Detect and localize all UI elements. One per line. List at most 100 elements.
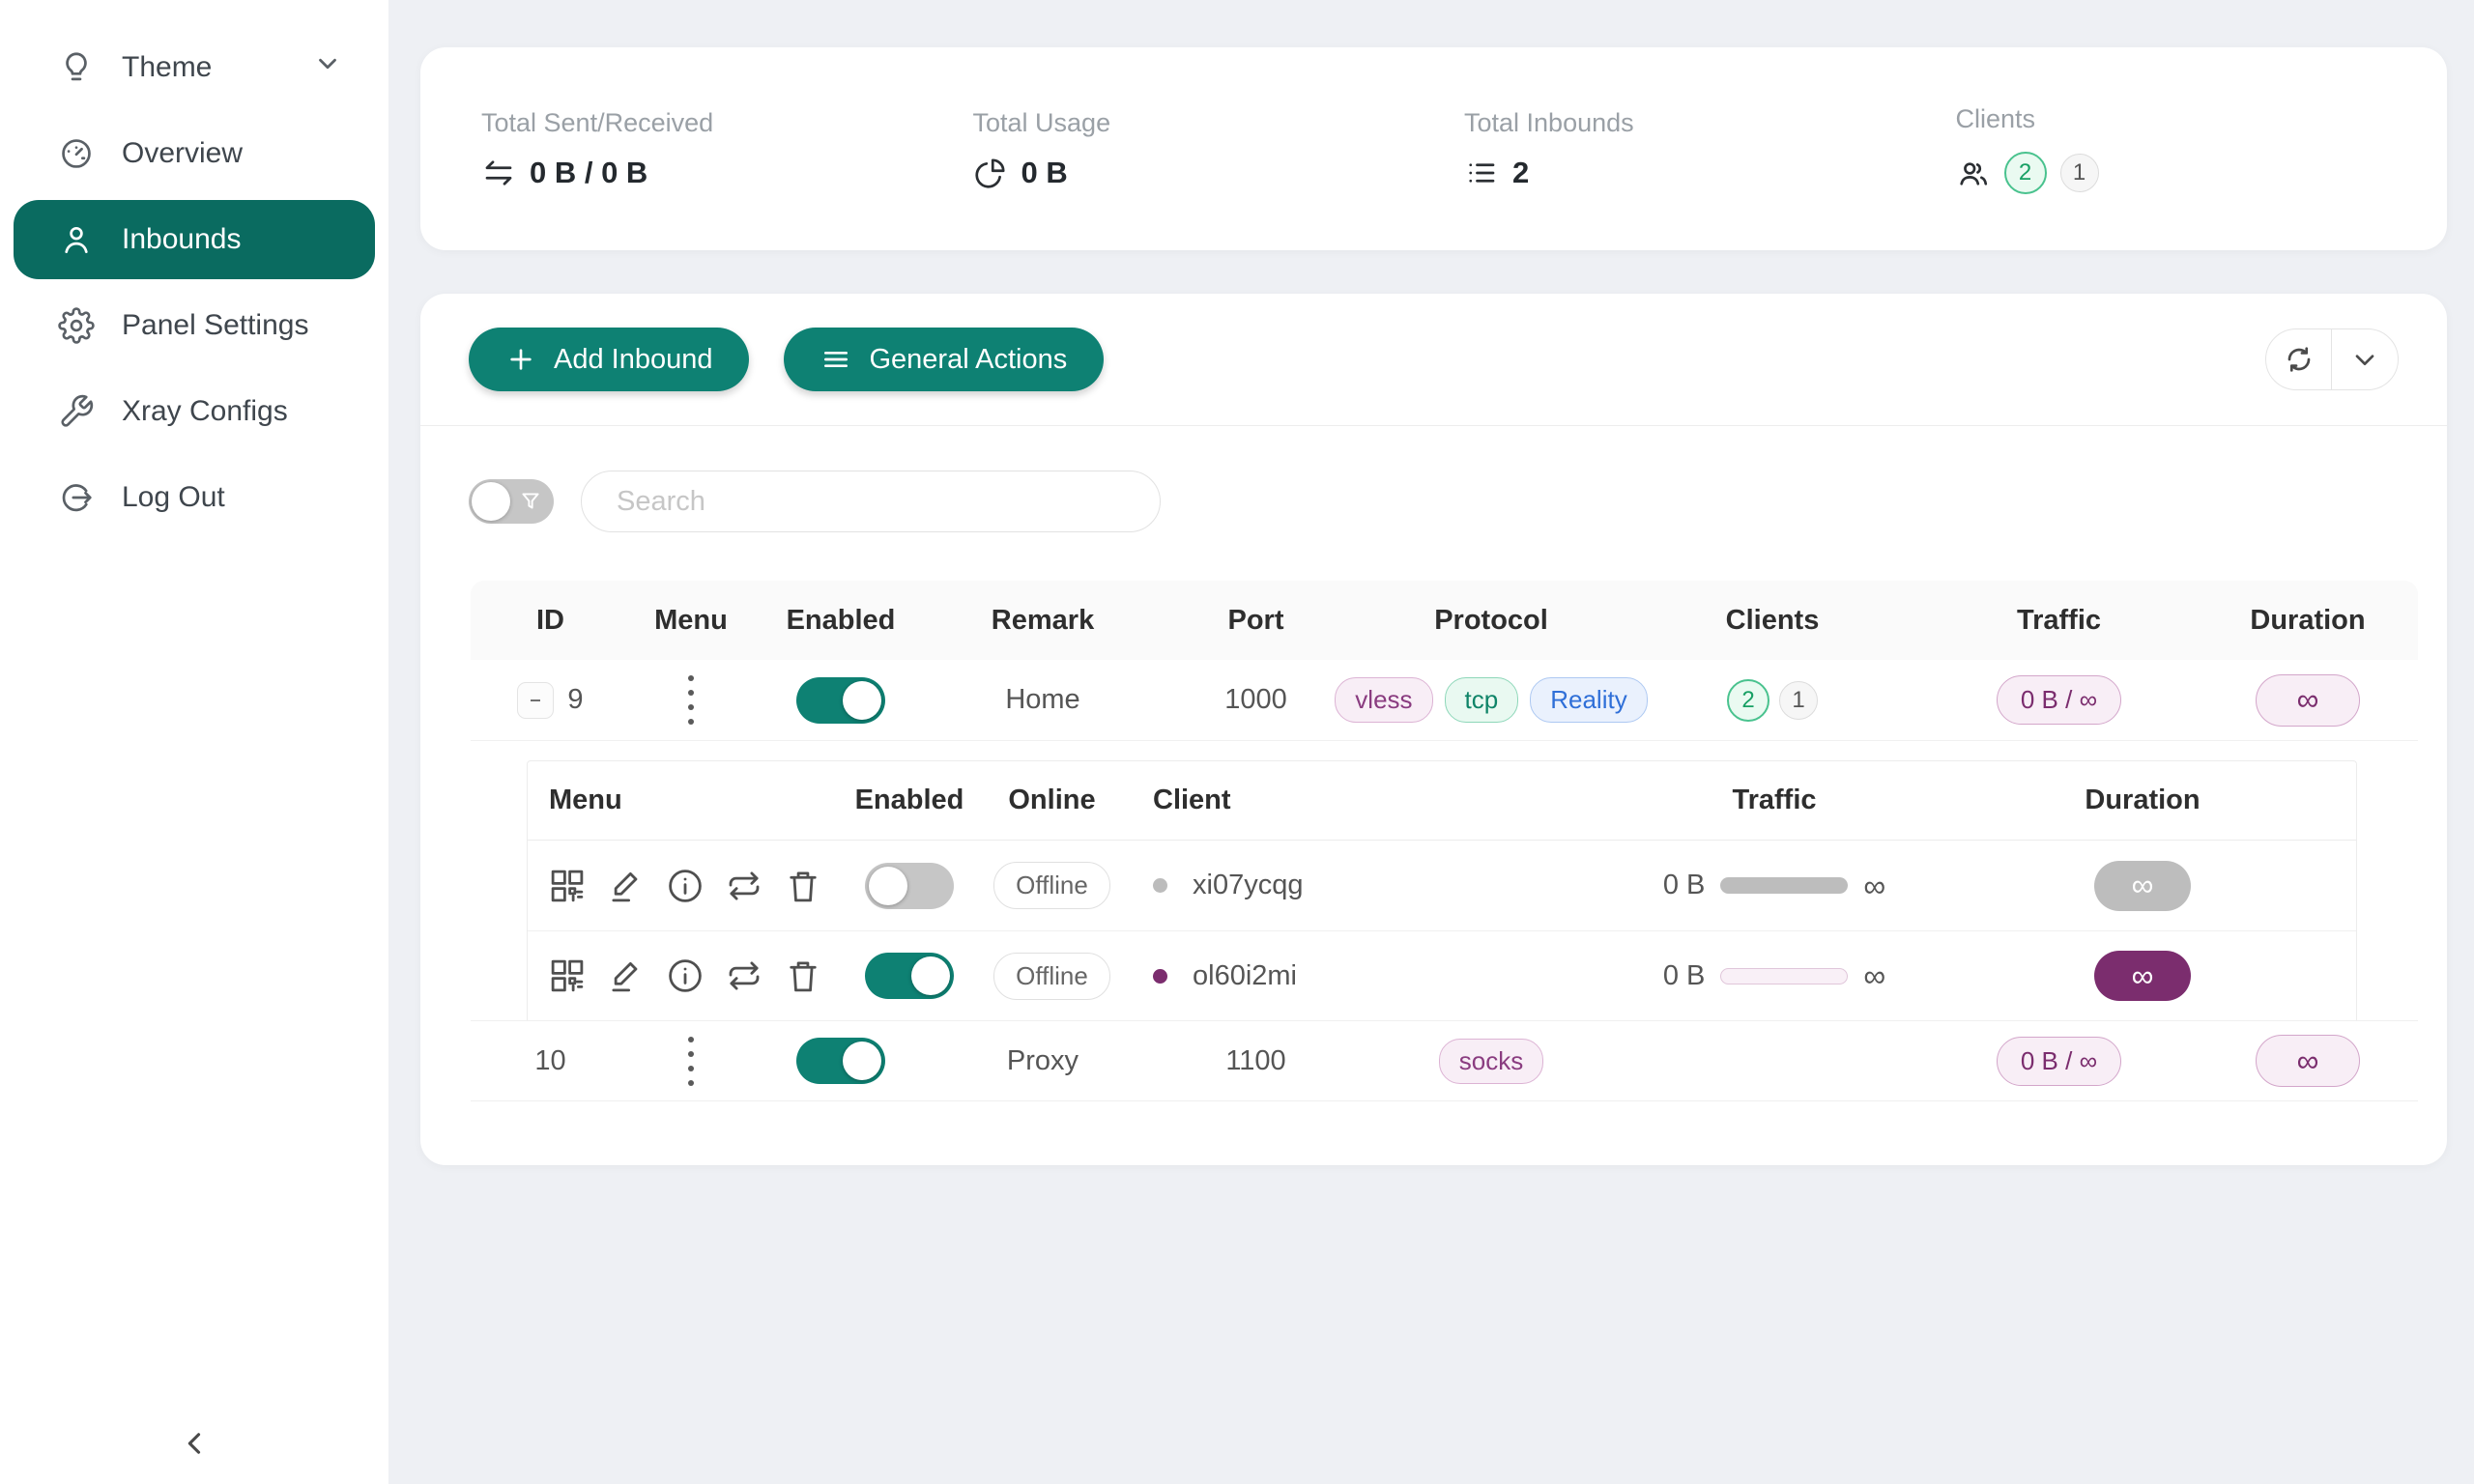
general-actions-label: General Actions — [869, 344, 1067, 376]
gauge-icon — [58, 135, 95, 172]
cell-id: 9 — [471, 682, 630, 719]
sidebar-item-label: Theme — [122, 51, 212, 84]
collapse-row-button[interactable] — [517, 682, 554, 719]
cell-port: 1100 — [1156, 1045, 1356, 1077]
cell-menu — [630, 1031, 752, 1092]
client-status-dot — [1153, 878, 1167, 893]
cell-duration: ∞ — [2200, 1035, 2416, 1087]
add-inbound-label: Add Inbound — [554, 344, 712, 376]
cell-protocol: socks — [1356, 1039, 1626, 1084]
cell-enabled — [752, 677, 930, 724]
delete-icon[interactable] — [781, 954, 825, 998]
inbound-id: 9 — [567, 684, 583, 716]
cell-port: 1000 — [1156, 684, 1356, 716]
online-status-badge: Offline — [993, 953, 1110, 1000]
gear-icon — [58, 307, 95, 344]
clients-subtable: Menu Enabled Online Client Traffic Durat… — [527, 760, 2357, 1020]
header-remark: Remark — [930, 605, 1156, 637]
sidebar-item-log-out[interactable]: Log Out — [14, 458, 375, 537]
refresh-button[interactable] — [2266, 329, 2332, 389]
cell-client: xi07ycqg — [1132, 870, 1620, 901]
duration-pill: ∞ — [2256, 1035, 2360, 1087]
client-enabled-toggle[interactable] — [865, 863, 954, 909]
sidebar-item-label: Inbounds — [122, 223, 241, 256]
header-duration: Duration — [2200, 605, 2416, 637]
cell-online: Offline — [972, 953, 1132, 1000]
refresh-options-button[interactable] — [2332, 329, 2398, 389]
delete-icon[interactable] — [781, 864, 825, 908]
cell-traffic: 0 B / ∞ — [1918, 675, 2200, 725]
app-root: Theme Overview Inbounds Panel Settings X… — [0, 0, 2474, 1484]
traffic-progress-bar — [1720, 877, 1848, 894]
sidebar-collapse-button[interactable] — [172, 1420, 218, 1467]
clients-online-badge: 2 — [1727, 679, 1769, 722]
sidebar-item-label: Panel Settings — [122, 309, 308, 342]
sidebar-item-panel-settings[interactable]: Panel Settings — [14, 286, 375, 365]
stat-total-sent-received: Total Sent/Received 0 B / 0 B — [481, 108, 973, 190]
cell-duration: ∞ — [1929, 861, 2356, 911]
client-menu-icons — [528, 864, 847, 908]
clients-online-badge: 2 — [2004, 152, 2047, 194]
inbound-id: 10 — [534, 1045, 565, 1077]
sub-header-client: Client — [1132, 785, 1620, 816]
toggle-knob — [472, 482, 510, 521]
edit-icon[interactable] — [604, 954, 648, 998]
sidebar-item-theme[interactable]: Theme — [14, 28, 375, 107]
cell-client: ol60i2mi — [1132, 960, 1620, 992]
refresh-icon — [2284, 344, 2315, 375]
plus-icon — [505, 344, 536, 375]
header-traffic: Traffic — [1918, 605, 2200, 637]
sub-header-traffic: Traffic — [1620, 785, 1929, 816]
enabled-toggle[interactable] — [796, 1038, 885, 1084]
client-row-ol60i2mi: Offline ol60i2mi 0 B ∞ — [528, 930, 2356, 1020]
row-menu-button[interactable] — [678, 670, 704, 730]
stat-value: 0 B — [1021, 156, 1068, 190]
cell-duration: ∞ — [2200, 674, 2416, 727]
stat-total-inbounds: Total Inbounds 2 — [1464, 108, 1956, 190]
info-icon[interactable] — [663, 954, 707, 998]
protocol-tag: tcp — [1445, 677, 1519, 723]
menu-lines-icon — [820, 344, 851, 375]
table-header-row: ID Menu Enabled Remark Port Protocol Cli… — [471, 581, 2418, 660]
client-enabled-toggle[interactable] — [865, 953, 954, 999]
inbounds-card: Add Inbound General Actions — [420, 294, 2447, 1165]
duration-pill: ∞ — [2094, 951, 2191, 1001]
general-actions-button[interactable]: General Actions — [784, 328, 1104, 391]
sidebar: Theme Overview Inbounds Panel Settings X… — [0, 0, 388, 1484]
sub-header-enabled: Enabled — [847, 785, 972, 816]
client-menu-icons — [528, 954, 847, 998]
filter-toggle[interactable] — [469, 479, 554, 524]
sidebar-item-xray-configs[interactable]: Xray Configs — [14, 372, 375, 451]
traffic-limit: ∞ — [1863, 870, 1885, 901]
sidebar-item-inbounds[interactable]: Inbounds — [14, 200, 375, 279]
header-clients: Clients — [1626, 605, 1918, 637]
sidebar-item-label: Log Out — [122, 481, 225, 514]
sidebar-item-overview[interactable]: Overview — [14, 114, 375, 193]
traffic-used: 0 B — [1663, 960, 1706, 992]
cell-traffic: 0 B ∞ — [1620, 960, 1929, 992]
qr-code-icon[interactable] — [545, 954, 590, 998]
user-icon — [58, 221, 95, 258]
stat-clients: Clients 2 1 — [1956, 104, 2448, 194]
reset-icon[interactable] — [722, 954, 766, 998]
info-icon[interactable] — [663, 864, 707, 908]
client-name: ol60i2mi — [1193, 960, 1297, 992]
stat-label: Total Sent/Received — [481, 108, 973, 138]
reset-icon[interactable] — [722, 864, 766, 908]
clients-deactivated-badge: 1 — [1779, 681, 1818, 720]
qr-code-icon[interactable] — [545, 864, 590, 908]
stat-total-usage: Total Usage 0 B — [973, 108, 1465, 190]
inbound-row-9: 9 Home 1000 vless tcp Reality — [471, 660, 2418, 741]
toggle-knob — [911, 956, 950, 995]
wrench-icon — [58, 393, 95, 430]
refresh-split-button — [2265, 328, 2399, 390]
stat-label: Total Usage — [973, 108, 1465, 138]
enabled-toggle[interactable] — [796, 677, 885, 724]
transfer-arrows-icon — [481, 156, 516, 190]
row-menu-button[interactable] — [678, 1031, 704, 1092]
search-input[interactable] — [581, 471, 1161, 532]
add-inbound-button[interactable]: Add Inbound — [469, 328, 749, 391]
stat-label: Clients — [1956, 104, 2448, 134]
traffic-limit: ∞ — [1863, 960, 1885, 991]
edit-icon[interactable] — [604, 864, 648, 908]
